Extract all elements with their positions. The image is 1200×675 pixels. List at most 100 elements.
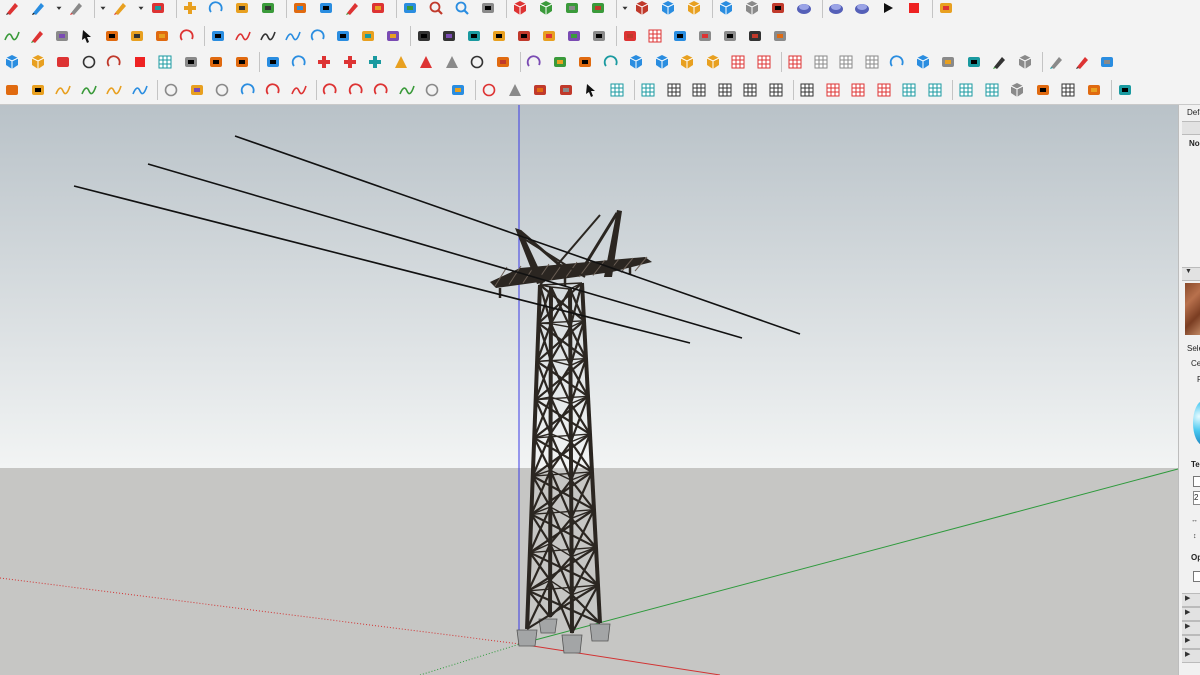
dotted-arc-button[interactable] <box>289 52 309 72</box>
grid-button[interactable] <box>982 80 1002 100</box>
texture-checkbox[interactable] <box>1193 476 1200 487</box>
plus-button[interactable] <box>314 52 334 72</box>
circle-button[interactable] <box>212 80 232 100</box>
line-button[interactable] <box>2 26 22 46</box>
star-button[interactable] <box>550 52 570 72</box>
ruler-button[interactable] <box>938 52 958 72</box>
expand-arrow-icon[interactable]: ▶ <box>1185 608 1190 616</box>
cloud-button[interactable] <box>232 52 252 72</box>
orbit-button[interactable] <box>368 0 388 18</box>
bend-button[interactable] <box>539 26 559 46</box>
text-button[interactable] <box>333 26 353 46</box>
eraser-button[interactable] <box>1072 52 1092 72</box>
dropdown-arrow-button[interactable] <box>136 0 146 18</box>
plane-button[interactable] <box>53 52 73 72</box>
pyramid-button[interactable] <box>416 52 436 72</box>
offset-button[interactable] <box>232 0 252 18</box>
gear-button[interactable] <box>493 52 513 72</box>
grid-button[interactable] <box>155 52 175 72</box>
wrench-button[interactable] <box>448 80 468 100</box>
ellipse-button[interactable] <box>479 80 499 100</box>
curvy-loft-button[interactable] <box>414 26 434 46</box>
arc-button[interactable] <box>346 80 366 100</box>
copy-button[interactable] <box>1084 80 1104 100</box>
expand-arrow-icon[interactable]: ▶ <box>1185 594 1190 602</box>
box-button[interactable] <box>703 52 723 72</box>
align-button[interactable] <box>766 80 786 100</box>
eraser-button[interactable] <box>2 0 22 18</box>
align-button[interactable] <box>797 80 817 100</box>
tag-button[interactable] <box>66 0 86 18</box>
brush-button[interactable] <box>1046 52 1066 72</box>
loop-button[interactable] <box>601 52 621 72</box>
triangle-button[interactable] <box>505 80 525 100</box>
spiral-button[interactable] <box>887 52 907 72</box>
text-button[interactable] <box>316 0 336 18</box>
polyline-button[interactable] <box>233 26 253 46</box>
freehand-button[interactable] <box>104 80 124 100</box>
book-button[interactable] <box>530 80 550 100</box>
ring-button[interactable] <box>161 80 181 100</box>
solid-union-button[interactable] <box>716 0 736 18</box>
shell-button[interactable] <box>383 26 403 46</box>
polyline-button[interactable] <box>289 80 309 100</box>
select-button[interactable] <box>77 26 97 46</box>
cube-button[interactable] <box>652 52 672 72</box>
line-button[interactable] <box>397 80 417 100</box>
play-button[interactable] <box>878 0 898 18</box>
zoom-extents-button[interactable] <box>452 0 472 18</box>
cursor-button[interactable] <box>581 80 601 100</box>
styles-button[interactable] <box>562 0 582 18</box>
scale-button[interactable] <box>258 0 278 18</box>
house-button[interactable] <box>1007 80 1027 100</box>
sphere-button[interactable] <box>79 52 99 72</box>
paint-button[interactable] <box>27 26 47 46</box>
bridge-button[interactable] <box>745 26 765 46</box>
fillet-button[interactable] <box>589 26 609 46</box>
rounded-corner-button[interactable] <box>152 26 172 46</box>
flowify-button[interactable] <box>620 26 640 46</box>
wave-button[interactable] <box>53 80 73 100</box>
grid-button[interactable] <box>925 80 945 100</box>
red-square-button[interactable] <box>130 52 150 72</box>
transform-button[interactable] <box>964 52 984 72</box>
expand-arrow-icon[interactable]: ▶ <box>1185 636 1190 644</box>
extension-manager-button[interactable] <box>936 0 956 18</box>
model-viewport[interactable] <box>0 105 1178 675</box>
tile-button[interactable] <box>754 52 774 72</box>
grid-button[interactable] <box>956 80 976 100</box>
material-swatch[interactable] <box>1185 283 1200 335</box>
triangle-button[interactable] <box>442 52 462 72</box>
align-button[interactable] <box>715 80 735 100</box>
section-plane-button[interactable] <box>478 0 498 18</box>
extension-badge-button[interactable] <box>852 0 872 18</box>
geo-location-button[interactable] <box>768 0 788 18</box>
layers-button[interactable] <box>510 0 530 18</box>
s-curve-button[interactable] <box>130 80 150 100</box>
paint-button[interactable] <box>342 0 362 18</box>
dropdown-arrow-button[interactable] <box>98 0 108 18</box>
arc-button[interactable] <box>177 26 197 46</box>
extrude-button[interactable] <box>439 26 459 46</box>
dropdown-arrow-button[interactable] <box>620 0 630 18</box>
paint-roller-button[interactable] <box>989 52 1009 72</box>
fit-button[interactable] <box>489 26 509 46</box>
drape-button[interactable] <box>464 26 484 46</box>
spiral-button[interactable] <box>238 80 258 100</box>
dropdown-arrow-button[interactable] <box>54 0 64 18</box>
pattern-button[interactable] <box>811 52 831 72</box>
grid-button[interactable] <box>638 80 658 100</box>
zoom-button[interactable] <box>426 0 446 18</box>
circle-button[interactable] <box>422 80 442 100</box>
arc-button[interactable] <box>371 80 391 100</box>
tape-measure-button[interactable] <box>290 0 310 18</box>
mesh-button[interactable] <box>28 80 48 100</box>
collapse-arrow-icon[interactable]: ▼ <box>1185 268 1192 275</box>
mirror-button[interactable] <box>670 26 690 46</box>
stair-button[interactable] <box>575 52 595 72</box>
extension-badge-button[interactable] <box>794 0 814 18</box>
move-button[interactable] <box>180 0 200 18</box>
texture-size-field[interactable]: 2 <box>1193 491 1200 505</box>
paint-bucket-button[interactable] <box>110 0 130 18</box>
pattern-button[interactable] <box>836 52 856 72</box>
